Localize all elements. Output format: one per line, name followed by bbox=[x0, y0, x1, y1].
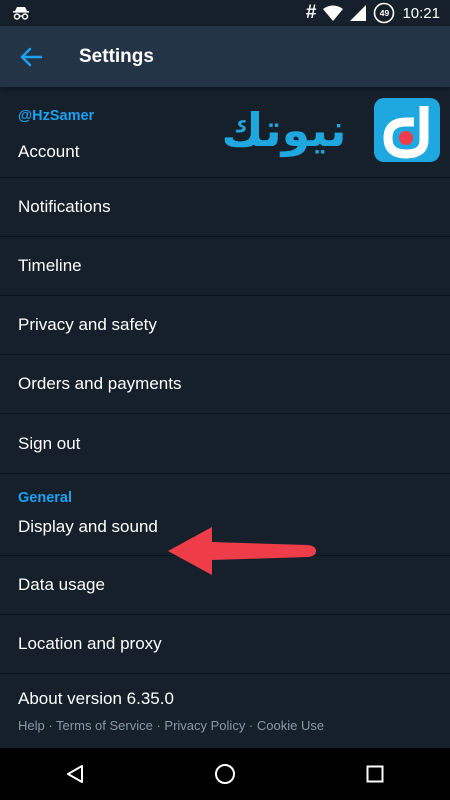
system-nav-bar bbox=[0, 748, 450, 800]
cellular-signal-icon bbox=[350, 5, 367, 21]
settings-item-sign-out[interactable]: Sign out bbox=[0, 414, 450, 473]
status-bar: # 49 10:21 bbox=[0, 0, 450, 26]
hash-indicator: # bbox=[305, 2, 317, 23]
settings-list[interactable]: @HzSamer Account Notifications Timeline … bbox=[0, 87, 450, 748]
settings-item-label: Sign out bbox=[18, 433, 81, 453]
settings-item-orders-and-payments[interactable]: Orders and payments bbox=[0, 355, 450, 414]
settings-item-label: Account bbox=[18, 141, 80, 161]
battery-icon: 49 bbox=[373, 2, 395, 24]
settings-item-label: Timeline bbox=[18, 256, 82, 275]
settings-item-location-and-proxy[interactable]: Location and proxy bbox=[0, 615, 450, 674]
about-version-label: About version 6.35.0 bbox=[18, 689, 174, 708]
settings-item-label: Data usage bbox=[18, 575, 105, 594]
battery-level: 49 bbox=[379, 8, 390, 18]
incognito-icon bbox=[12, 6, 30, 20]
settings-item-timeline[interactable]: Timeline bbox=[0, 237, 450, 296]
clock: 10:21 bbox=[402, 4, 440, 22]
settings-item-label: Display and sound bbox=[18, 517, 158, 536]
section-header-general: General bbox=[0, 473, 450, 513]
newtech-logo: نيوتك bbox=[192, 96, 442, 166]
wifi-icon bbox=[323, 5, 344, 21]
settings-item-label: Orders and payments bbox=[18, 374, 182, 393]
logo-text: نيوتك bbox=[222, 103, 347, 157]
settings-item-about[interactable]: About version 6.35.0 Help · Terms of Ser… bbox=[0, 674, 450, 734]
settings-item-privacy-and-safety[interactable]: Privacy and safety bbox=[0, 296, 450, 355]
settings-item-label: Privacy and safety bbox=[18, 315, 157, 334]
settings-item-label: Notifications bbox=[18, 197, 111, 216]
app-toolbar: Settings bbox=[0, 26, 450, 87]
nav-recents-icon[interactable] bbox=[345, 748, 405, 800]
page-title: Settings bbox=[79, 45, 154, 67]
nav-back-icon[interactable] bbox=[45, 748, 105, 800]
about-links[interactable]: Help · Terms of Service · Privacy Policy… bbox=[18, 718, 432, 733]
settings-item-label: Location and proxy bbox=[18, 634, 162, 653]
back-arrow-icon[interactable] bbox=[0, 26, 62, 87]
nav-home-icon[interactable] bbox=[195, 748, 255, 800]
settings-item-notifications[interactable]: Notifications bbox=[0, 178, 450, 237]
red-arrow-annotation bbox=[168, 526, 318, 576]
